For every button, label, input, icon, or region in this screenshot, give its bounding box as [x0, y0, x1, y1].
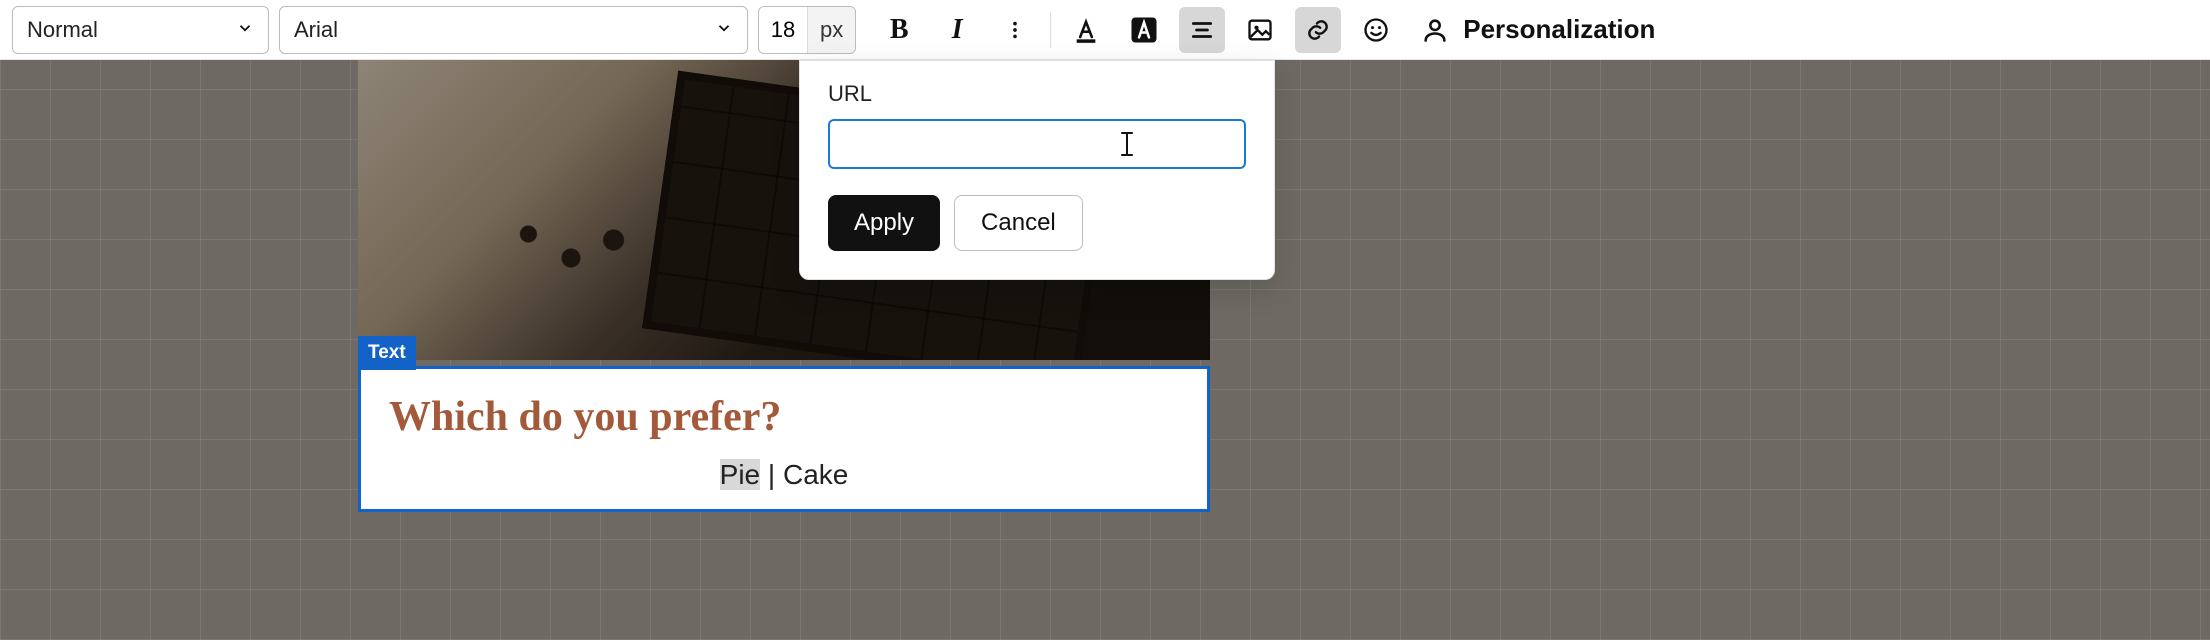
align-button[interactable] [1179, 7, 1225, 53]
image-icon [1246, 16, 1274, 44]
italic-button[interactable]: I [934, 7, 980, 53]
toolbar-divider [1050, 12, 1051, 48]
popover-button-row: Apply Cancel [828, 195, 1246, 251]
font-family-select[interactable]: Arial [279, 6, 748, 54]
apply-button[interactable]: Apply [828, 195, 940, 251]
font-family-value: Arial [294, 17, 338, 43]
font-size-input[interactable]: px [758, 6, 856, 54]
highlight-color-button[interactable] [1121, 7, 1167, 53]
chevron-down-icon [236, 17, 254, 43]
insert-link-button[interactable] [1295, 7, 1341, 53]
format-group: B I [866, 7, 1665, 53]
italic-icon: I [952, 14, 963, 46]
align-center-icon [1189, 17, 1215, 43]
insert-link-popover: URL Apply Cancel [799, 60, 1275, 280]
url-input[interactable] [828, 119, 1246, 169]
link-icon [1305, 17, 1331, 43]
editor-toolbar: Normal Arial px B I [0, 0, 2210, 60]
person-icon [1421, 16, 1449, 44]
selected-text[interactable]: Pie [720, 459, 760, 490]
paragraph-style-value: Normal [27, 17, 98, 43]
text-block-body[interactable]: Pie | Cake [361, 453, 1207, 509]
body-rest[interactable]: Cake [783, 459, 848, 490]
body-separator: | [760, 459, 783, 490]
more-vertical-icon [1004, 19, 1026, 41]
text-block-selected[interactable]: Text Which do you prefer? Pie | Cake [358, 366, 1210, 512]
insert-image-button[interactable] [1237, 7, 1283, 53]
personalization-label: Personalization [1463, 14, 1655, 45]
cancel-button[interactable]: Cancel [954, 195, 1083, 251]
personalization-button[interactable]: Personalization [1411, 8, 1665, 51]
text-color-icon [1072, 16, 1100, 44]
block-type-tag: Text [358, 336, 416, 370]
paragraph-style-select[interactable]: Normal [12, 6, 269, 54]
bold-icon: B [890, 14, 909, 46]
emoji-icon [1362, 16, 1390, 44]
more-formatting-button[interactable] [992, 7, 1038, 53]
text-color-button[interactable] [1063, 7, 1109, 53]
font-size-unit: px [807, 7, 855, 53]
font-size-value[interactable] [759, 16, 807, 44]
chevron-down-icon [715, 17, 733, 43]
bold-button[interactable]: B [876, 7, 922, 53]
url-field-label: URL [828, 81, 1246, 107]
highlight-icon [1129, 15, 1159, 45]
insert-emoji-button[interactable] [1353, 7, 1399, 53]
text-block-heading[interactable]: Which do you prefer? [389, 393, 1207, 441]
